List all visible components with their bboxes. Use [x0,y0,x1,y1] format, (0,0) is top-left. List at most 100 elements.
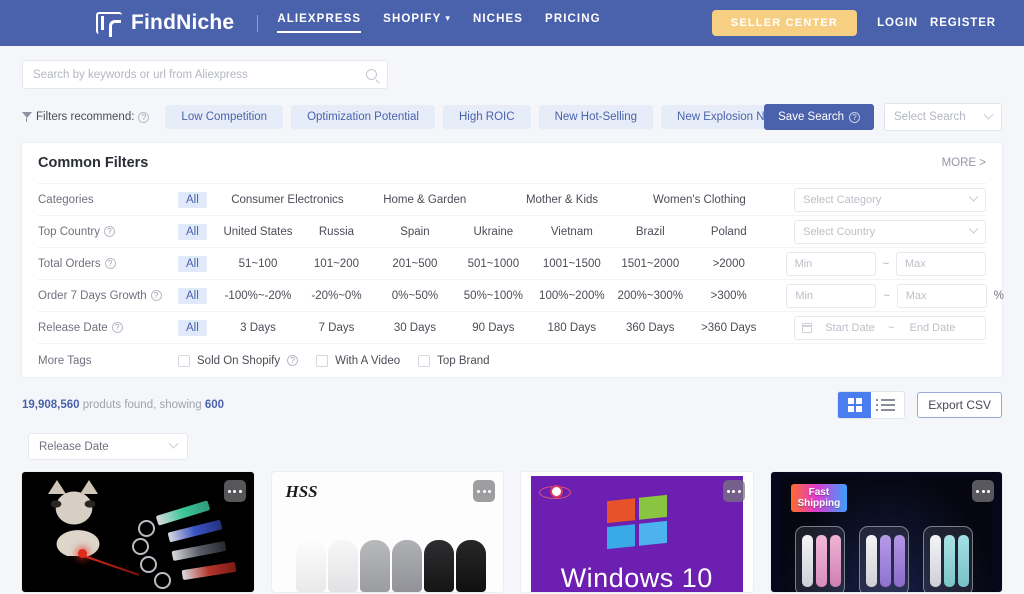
top-navigation-bar: FindNiche ALIEXPRESS SHOPIFY ▾ NICHES PRI… [0,0,1024,46]
option-categories-all[interactable]: All [178,191,207,208]
question-mark-icon[interactable]: ? [111,322,123,333]
option-womens-clothing[interactable]: Women's Clothing [631,194,768,206]
option-growth-all[interactable]: All [178,287,207,304]
option-growth-over-300[interactable]: >300% [690,290,768,302]
option-russia[interactable]: Russia [297,226,375,238]
chip-optimization-potential[interactable]: Optimization Potential [291,105,435,129]
option-orders-1001-1500[interactable]: 1001~1500 [533,258,611,270]
keyring [140,556,157,573]
question-mark-icon[interactable]: ? [138,111,150,123]
product-card-earbud-cleaning-kit[interactable]: Fast Shipping [770,472,1002,592]
checkbox-with-a-video[interactable] [316,354,329,367]
nav-label-aliexpress: ALIEXPRESS [277,13,362,25]
more-options-icon[interactable] [473,480,495,502]
sock-grey [359,540,390,592]
option-vietnam[interactable]: Vietnam [533,226,611,238]
chip-low-competition[interactable]: Low Competition [165,105,284,129]
list-view-button[interactable] [871,392,904,418]
tag-with-a-video[interactable]: With A Video [316,354,400,367]
sock-black [455,540,486,592]
nav-item-pricing[interactable]: PRICING [545,13,601,33]
question-mark-icon[interactable]: ? [287,355,299,366]
option-orders-1501-2000[interactable]: 1501~2000 [611,258,689,270]
total-orders-max-input[interactable]: Max [896,251,986,276]
select-search-dropdown[interactable]: Select Search [884,103,1002,131]
nav-item-aliexpress[interactable]: ALIEXPRESS [277,13,362,33]
tool [865,535,877,587]
checkbox-sold-on-shopify[interactable] [178,354,190,367]
option-country-all[interactable]: All [178,223,207,240]
export-csv-button[interactable]: Export CSV [917,392,1002,418]
more-options-icon[interactable] [722,480,745,502]
chevron-down-icon [168,438,179,449]
header-actions: SELLER CENTER LOGIN REGISTER [711,0,996,46]
option-growth-0-50[interactable]: 0%~50% [376,290,454,302]
option-home-garden[interactable]: Home & Garden [356,194,493,206]
more-filters-link[interactable]: MORE > [942,157,986,169]
grid-view-button[interactable] [838,392,872,418]
option-release-over-360-days[interactable]: >360 Days [690,322,768,334]
login-link[interactable]: LOGIN [877,17,918,29]
growth-min-input[interactable]: Min [786,283,877,308]
option-growth-100-200[interactable]: 100%~200% [533,290,611,302]
product-card-windows-10-software[interactable]: Windows 10 [521,472,753,592]
product-card-cat-laser-pointer-keychain[interactable] [22,472,254,592]
date-range-picker[interactable]: Start Date ~ End Date [794,315,986,340]
more-options-icon[interactable] [223,480,246,502]
question-mark-icon[interactable]: ? [104,258,116,269]
register-link[interactable]: REGISTER [930,17,996,29]
option-orders-201-500[interactable]: 201~500 [376,258,454,270]
option-orders-51-100[interactable]: 51~100 [219,258,297,270]
product-card-ankle-socks-hss[interactable]: HSS [271,472,503,592]
option-poland[interactable]: Poland [690,226,768,238]
nav-item-niches[interactable]: NICHES [473,13,523,33]
more-options-icon[interactable] [972,480,994,502]
question-mark-icon[interactable]: ? [150,290,162,301]
search-box[interactable] [22,60,388,89]
option-release-3-days[interactable]: 3 Days [219,322,297,334]
cat-illustration [34,478,120,556]
chip-high-roic[interactable]: High ROIC [442,105,531,129]
option-united-states[interactable]: United States [219,226,297,238]
option-growth-neg100-neg20[interactable]: -100%~-20% [219,290,297,302]
more-tags-label: More Tags [38,354,92,367]
tag-top-brand[interactable]: Top Brand [418,354,490,367]
option-spain[interactable]: Spain [376,226,454,238]
option-release-7-days[interactable]: 7 Days [297,322,375,334]
option-growth-200-300[interactable]: 200%~300% [611,290,689,302]
chip-new-hot-selling[interactable]: New Hot-Selling [538,105,654,129]
sort-dropdown[interactable]: Release Date [28,433,188,460]
main-nav: ALIEXPRESS SHOPIFY ▾ NICHES PRICING [277,13,600,33]
option-orders-501-1000[interactable]: 501~1000 [454,258,532,270]
nav-item-shopify[interactable]: SHOPIFY ▾ [383,13,451,33]
option-growth-50-100[interactable]: 50%~100% [454,290,532,302]
option-release-360-days[interactable]: 360 Days [611,322,689,334]
option-consumer-electronics[interactable]: Consumer Electronics [219,194,356,206]
seller-center-button[interactable]: SELLER CENTER [711,10,858,36]
option-brazil[interactable]: Brazil [611,226,689,238]
option-orders-all[interactable]: All [178,255,207,272]
option-orders-over-2000[interactable]: >2000 [690,258,768,270]
option-release-30-days[interactable]: 30 Days [376,322,454,334]
option-orders-101-200[interactable]: 101~200 [297,258,375,270]
option-release-180-days[interactable]: 180 Days [533,322,611,334]
option-release-90-days[interactable]: 90 Days [454,322,532,334]
sock-black [423,540,454,592]
checkbox-top-brand[interactable] [418,354,431,367]
growth-max-input[interactable]: Max [896,283,987,308]
brand-logo[interactable]: FindNiche [96,11,234,37]
select-category-dropdown[interactable]: Select Category [794,187,986,212]
option-mother-kids[interactable]: Mother & Kids [493,194,630,206]
option-growth-neg20-0[interactable]: -20%~0% [297,290,375,302]
option-ukraine[interactable]: Ukraine [454,226,532,238]
option-release-all[interactable]: All [178,319,207,336]
save-search-button[interactable]: Save Search ? [764,104,874,130]
search-input[interactable] [33,68,366,81]
nav-label-shopify: SHOPIFY [383,13,442,25]
tag-sold-on-shopify[interactable]: Sold On Shopify ? [178,354,299,367]
select-country-dropdown[interactable]: Select Country [794,219,986,244]
badge-line-1: Fast [808,487,830,498]
search-icon[interactable] [366,69,377,80]
total-orders-min-input[interactable]: Min [785,251,876,276]
question-mark-icon[interactable]: ? [104,226,116,237]
